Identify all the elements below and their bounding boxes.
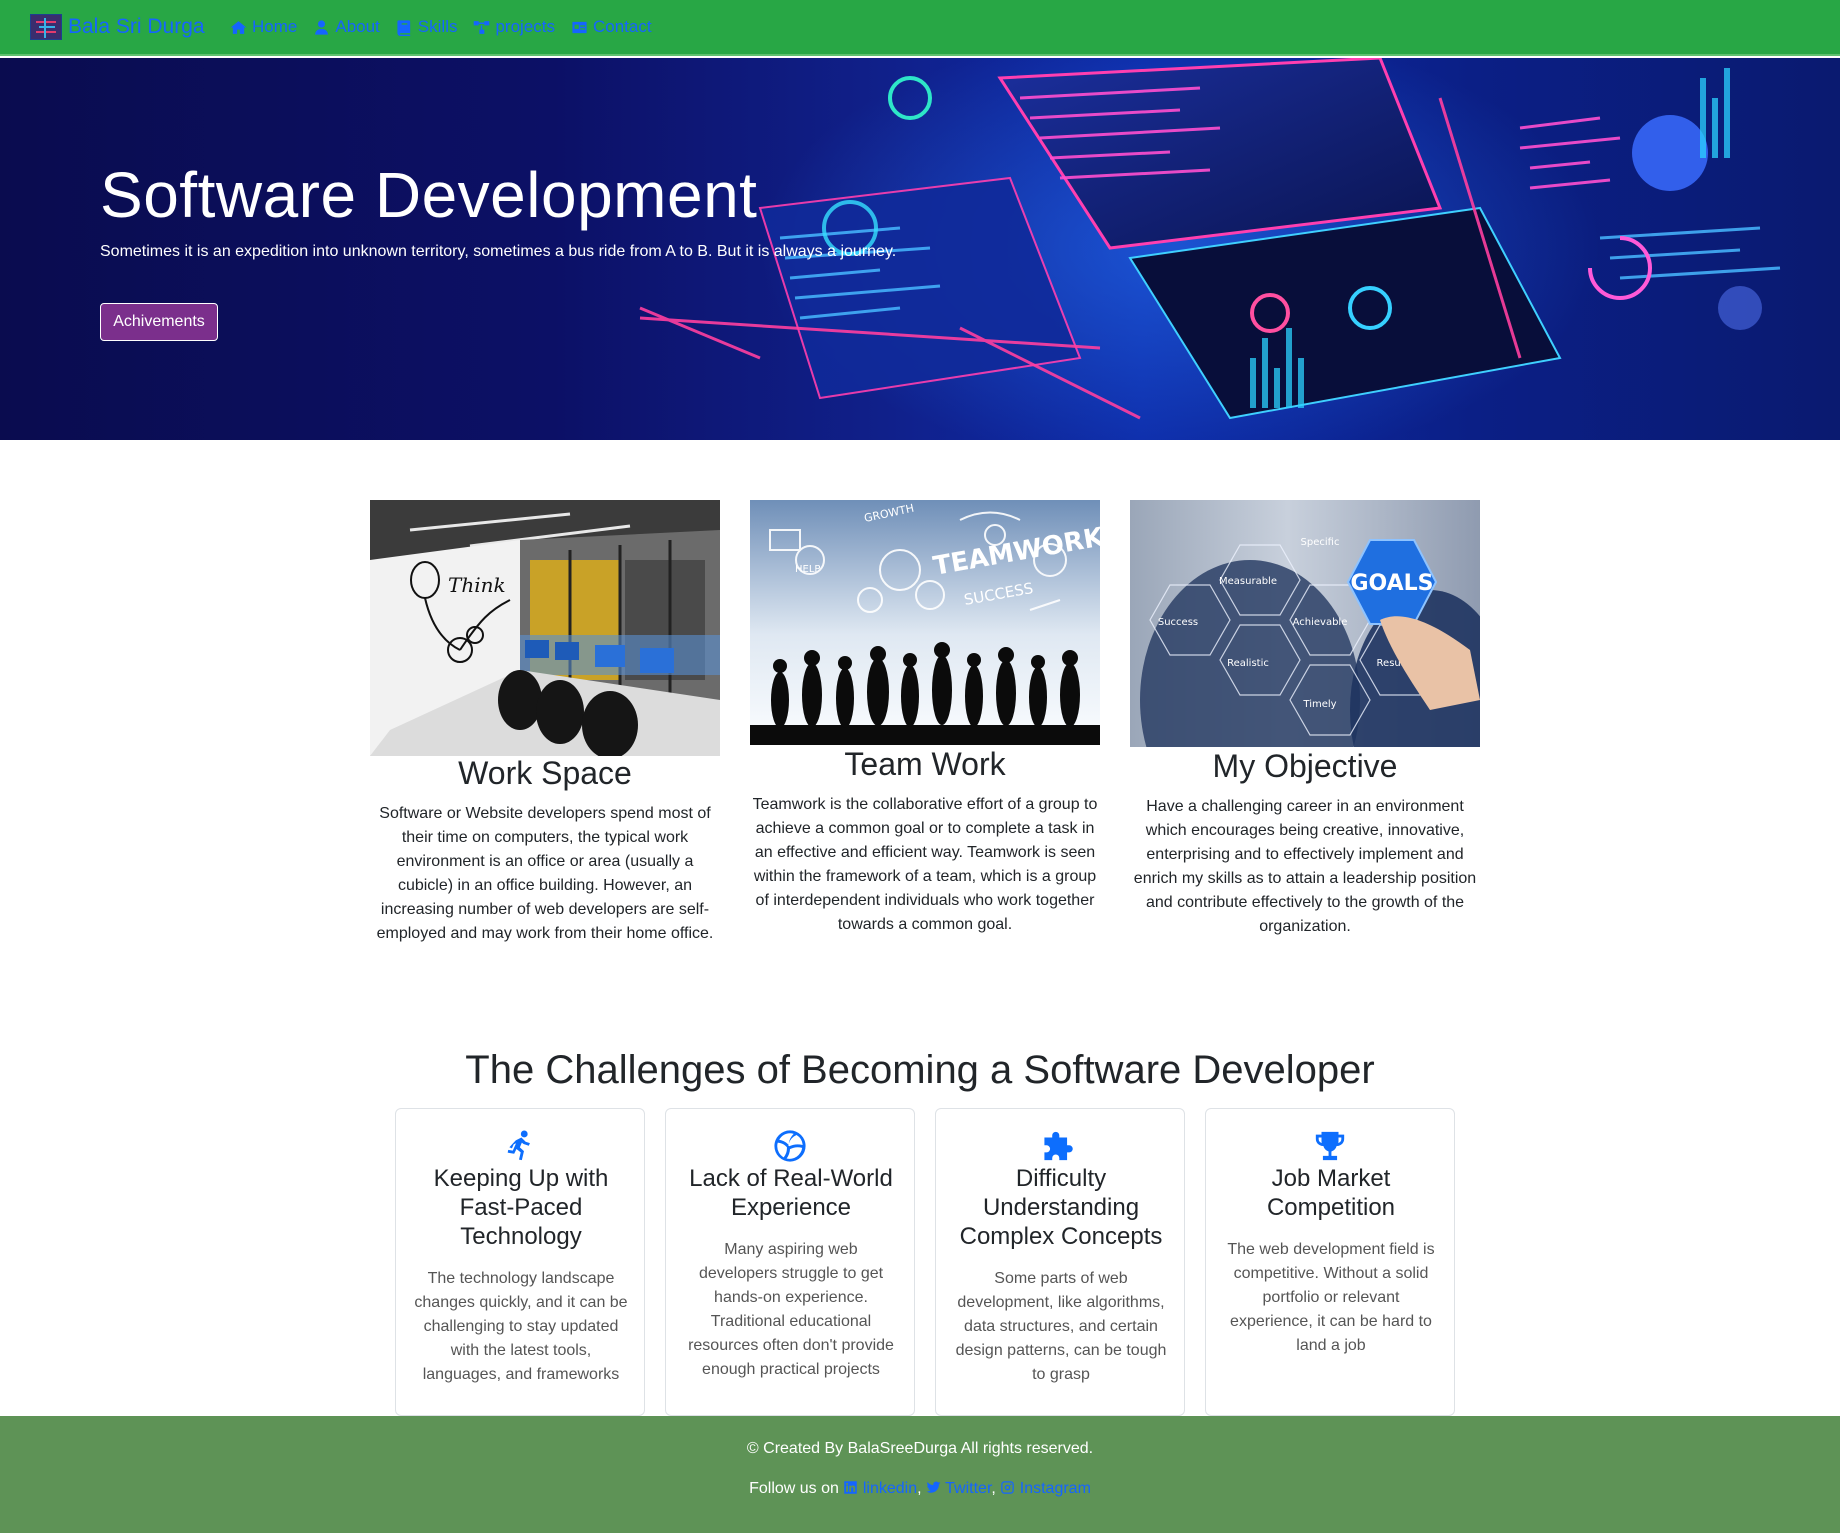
linkedin-label: linkedin bbox=[862, 1480, 918, 1497]
challenge-text: Many aspiring web developers struggle to… bbox=[688, 1241, 894, 1378]
hero-title: Software Development bbox=[100, 159, 758, 231]
think-decal-text: Think bbox=[448, 573, 506, 597]
timely-text: Timely bbox=[1302, 699, 1336, 710]
brand-logo-icon bbox=[30, 14, 62, 40]
user-icon bbox=[315, 19, 329, 35]
id-card-icon bbox=[572, 21, 587, 33]
nav-link-about[interactable]: About bbox=[313, 17, 380, 37]
challenge-card-job-market: Job Market Competition The web developme… bbox=[1205, 1108, 1455, 1416]
help-text: HELP bbox=[795, 564, 820, 575]
separator: , bbox=[991, 1480, 996, 1497]
challenge-title: Keeping Up with Fast-Paced Technology bbox=[433, 1165, 609, 1250]
my-objective-image: GOALS Specific Measurable Achievable Rea… bbox=[1130, 500, 1480, 747]
specific-text: Specific bbox=[1301, 537, 1340, 548]
challenge-text: The web development field is competitive… bbox=[1227, 1241, 1435, 1354]
feature-text: Have a challenging career in an environm… bbox=[1133, 798, 1477, 935]
achievements-button[interactable]: Achivements bbox=[100, 303, 218, 341]
nav-link-home[interactable]: Home bbox=[230, 17, 297, 37]
running-person-icon bbox=[503, 1129, 537, 1163]
brand-name: Bala Sri Durga bbox=[68, 15, 205, 38]
hero-banner: Software Development Sometimes it is an … bbox=[0, 58, 1840, 440]
footer: © Created By BalaSreeDurga All rights re… bbox=[0, 1416, 1840, 1533]
twitter-link[interactable]: Twitter bbox=[926, 1480, 991, 1497]
nav-link-contact[interactable]: Contact bbox=[571, 17, 652, 37]
feature-card-work-space: Think Work Space Software or Website dev… bbox=[370, 500, 720, 950]
challenge-title: Job Market Competition bbox=[1266, 1165, 1396, 1221]
success-hex-text: Success bbox=[1158, 617, 1198, 628]
nav-link-label: About bbox=[335, 17, 380, 36]
goals-hex-text: GOALS bbox=[1350, 571, 1433, 596]
feature-title: Work Space bbox=[458, 755, 632, 791]
follow-us-line: Follow us on linkedin, Twitter, Instagra… bbox=[0, 1480, 1840, 1498]
challenges-title: The Challenges of Becoming a Software De… bbox=[465, 1048, 1375, 1092]
home-icon bbox=[230, 20, 247, 34]
realistic-text: Realistic bbox=[1227, 658, 1269, 669]
navbar: Bala Sri Durga Home About Skills project… bbox=[0, 0, 1840, 56]
puzzle-icon bbox=[1043, 1129, 1077, 1163]
nav-link-label: Contact bbox=[593, 17, 652, 36]
measurable-text: Measurable bbox=[1219, 576, 1277, 587]
feature-title: Team Work bbox=[844, 746, 1006, 782]
basketball-icon bbox=[773, 1129, 807, 1163]
linkedin-link[interactable]: linkedin bbox=[843, 1480, 917, 1497]
follow-prefix: Follow us on bbox=[749, 1480, 839, 1497]
hero-subtitle: Sometimes it is an expedition into unkno… bbox=[100, 243, 897, 260]
feature-text: Teamwork is the collaborative effort of … bbox=[752, 796, 1098, 933]
challenge-title: Lack of Real-World Experience bbox=[689, 1165, 893, 1221]
nav-link-projects[interactable]: projects bbox=[473, 17, 555, 37]
work-space-image: Think bbox=[370, 500, 720, 756]
nav-links: Home About Skills projects Contact bbox=[230, 17, 652, 37]
challenge-card-fast-paced-technology: Keeping Up with Fast-Paced Technology Th… bbox=[395, 1108, 645, 1416]
twitter-icon bbox=[926, 1481, 941, 1493]
feature-title: My Objective bbox=[1212, 748, 1398, 784]
instagram-icon bbox=[1001, 1481, 1015, 1494]
challenge-text: Some parts of web development, like algo… bbox=[955, 1270, 1167, 1383]
feature-card-my-objective: GOALS Specific Measurable Achievable Rea… bbox=[1130, 500, 1480, 950]
achievable-text: Achievable bbox=[1293, 617, 1348, 628]
brand-link[interactable]: Bala Sri Durga bbox=[30, 14, 205, 40]
feature-text: Software or Website developers spend mos… bbox=[376, 805, 714, 942]
copyright-text: © Created By BalaSreeDurga All rights re… bbox=[746, 1440, 1094, 1457]
nav-link-skills[interactable]: Skills bbox=[396, 17, 458, 37]
challenge-title: Difficulty Understanding Complex Concept… bbox=[959, 1165, 1163, 1250]
feature-card-team-work: TEAMWORK SUCCESS GROWTH HELP Team Work T… bbox=[750, 500, 1100, 950]
instagram-label: Instagram bbox=[1019, 1480, 1091, 1497]
linkedin-icon bbox=[844, 1481, 858, 1494]
separator: , bbox=[917, 1480, 922, 1497]
challenge-text: The technology landscape changes quickly… bbox=[414, 1270, 628, 1383]
challenge-card-real-world-experience: Lack of Real-World Experience Many aspir… bbox=[665, 1108, 915, 1416]
twitter-label: Twitter bbox=[945, 1480, 992, 1497]
nav-link-label: Skills bbox=[417, 17, 458, 36]
challenge-card-complex-concepts: Difficulty Understanding Complex Concept… bbox=[935, 1108, 1185, 1416]
nav-link-label: projects bbox=[495, 17, 555, 36]
team-work-image: TEAMWORK SUCCESS GROWTH HELP bbox=[750, 500, 1100, 745]
instagram-link[interactable]: Instagram bbox=[1000, 1480, 1091, 1497]
nav-link-label: Home bbox=[252, 17, 298, 36]
book-icon bbox=[397, 19, 410, 36]
trophy-icon bbox=[1313, 1129, 1347, 1163]
network-icon bbox=[474, 20, 490, 34]
